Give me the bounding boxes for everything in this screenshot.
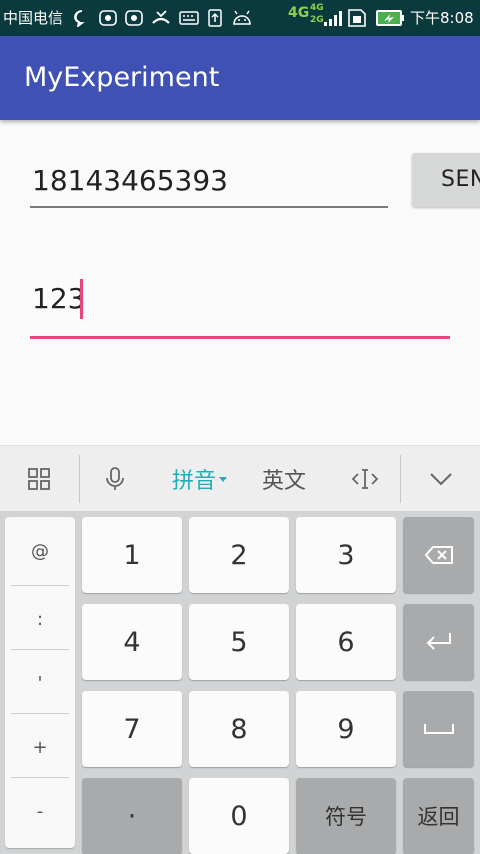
key-2-label: 2 xyxy=(230,539,248,571)
key-0[interactable]: 0 xyxy=(189,778,289,854)
key-3[interactable]: 3 xyxy=(296,517,396,593)
key-4-label: 4 xyxy=(123,626,141,658)
chat-icon xyxy=(72,9,92,27)
tab-pinyin[interactable]: 拼音 xyxy=(165,446,235,512)
sim-icon xyxy=(347,9,369,27)
cursor-move-button[interactable] xyxy=(340,446,390,512)
network-type-primary: 4G xyxy=(288,5,310,21)
key-colon[interactable]: : xyxy=(5,587,75,651)
voice-input-button[interactable] xyxy=(92,446,138,512)
key-0-label: 0 xyxy=(230,800,248,832)
key-9-label: 9 xyxy=(337,713,355,745)
key-6[interactable]: 6 xyxy=(296,604,396,680)
hide-keyboard-button[interactable] xyxy=(418,446,464,512)
divider xyxy=(11,585,69,586)
key-5[interactable]: 5 xyxy=(189,604,289,680)
divider xyxy=(11,649,69,650)
tab-english-label: 英文 xyxy=(261,469,306,494)
key-1[interactable]: 1 xyxy=(82,517,182,593)
symbols-key-label: 符号 xyxy=(325,805,367,829)
space-icon xyxy=(423,724,454,734)
key-8-label: 8 xyxy=(230,713,248,745)
keyboard-icon xyxy=(178,9,200,27)
back-key[interactable]: 返回 xyxy=(403,778,474,854)
android-icon xyxy=(230,9,254,27)
message-value: 123 xyxy=(32,282,86,315)
microphone-icon xyxy=(106,467,124,490)
key-3-label: 3 xyxy=(337,539,355,571)
signal-icon xyxy=(322,9,346,27)
huawei-icon xyxy=(98,9,118,27)
symbols-key[interactable]: 符号 xyxy=(296,778,396,854)
tab-english[interactable]: 英文 xyxy=(255,446,313,512)
ime-toolbar: 拼音 英文 xyxy=(0,445,480,512)
key-7-label: 7 xyxy=(123,713,141,745)
carrier-name: 中国电信 xyxy=(3,9,64,27)
app-bar: MyExperiment xyxy=(0,36,480,120)
huawei-icon xyxy=(124,9,144,27)
ime-menu-button[interactable] xyxy=(14,446,64,512)
phone-number-input[interactable]: 18143465393 xyxy=(30,160,388,208)
phone-number-value: 18143465393 xyxy=(32,164,228,197)
toolbar-divider xyxy=(400,455,401,503)
symbol-column: @ : ' + - xyxy=(5,517,75,848)
key-plus[interactable]: + xyxy=(5,715,75,779)
key-2[interactable]: 2 xyxy=(189,517,289,593)
enter-icon xyxy=(426,633,451,650)
key-1-label: 1 xyxy=(123,539,141,571)
numeric-keyboard: @ : ' + - 1 2 3 4 5 6 7 8 9 · 0 符号 返回 xyxy=(0,511,480,854)
enter-key[interactable] xyxy=(403,604,474,680)
message-input[interactable]: 123 xyxy=(30,276,450,339)
clock: 下午8:08 xyxy=(410,9,474,27)
status-bar: 中国电信 4G 4G 2G 下午8:08 xyxy=(0,0,480,36)
key-dot-label: · xyxy=(127,800,137,832)
key-apostrophe[interactable]: ' xyxy=(5,651,75,715)
key-dot[interactable]: · xyxy=(82,778,182,854)
key-9[interactable]: 9 xyxy=(296,691,396,767)
text-cursor-icon xyxy=(351,469,379,489)
key-5-label: 5 xyxy=(230,626,248,658)
back-key-label: 返回 xyxy=(417,805,460,829)
app-title: MyExperiment xyxy=(24,62,220,93)
backspace-key[interactable] xyxy=(403,517,474,593)
send-button[interactable]: SEND xyxy=(412,153,480,207)
key-at[interactable]: @ xyxy=(5,519,75,583)
chevron-down-icon xyxy=(430,473,452,486)
caret-down-icon xyxy=(219,477,227,482)
grid-icon xyxy=(28,468,50,490)
key-6-label: 6 xyxy=(337,626,355,658)
backspace-icon xyxy=(424,546,453,564)
divider xyxy=(11,777,69,778)
toolbar-divider xyxy=(79,455,80,503)
key-7[interactable]: 7 xyxy=(82,691,182,767)
text-cursor xyxy=(80,279,83,319)
send-button-label: SEND xyxy=(441,167,480,192)
upload-icon xyxy=(207,9,223,27)
divider xyxy=(11,713,69,714)
key-4[interactable]: 4 xyxy=(82,604,182,680)
space-key[interactable] xyxy=(403,691,474,767)
key-minus[interactable]: - xyxy=(5,779,75,843)
missed-call-icon xyxy=(150,9,172,27)
battery-charging-icon xyxy=(374,9,406,27)
tab-pinyin-label: 拼音 xyxy=(171,469,216,494)
key-8[interactable]: 8 xyxy=(189,691,289,767)
